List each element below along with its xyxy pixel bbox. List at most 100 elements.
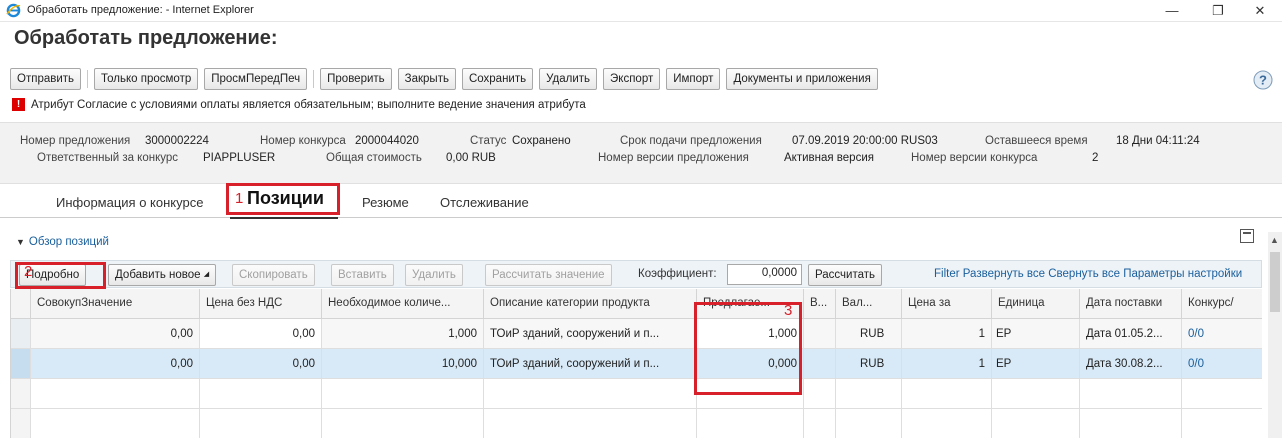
empty-cell [1182, 379, 1262, 409]
close-doc-button[interactable]: Закрыть [397, 68, 456, 90]
remaining-label: Оставшееся время [985, 135, 1088, 147]
empty-cell [836, 409, 902, 438]
svg-text:?: ? [1259, 73, 1267, 88]
empty-cell [804, 379, 836, 409]
row-selector[interactable] [11, 319, 31, 349]
row-selector[interactable] [11, 349, 31, 379]
error-message: ! Атрибут Согласие с условиями оплаты яв… [12, 98, 586, 111]
annotation-number-3: 3 [784, 302, 793, 319]
empty-cell [484, 409, 697, 438]
collapse-triangle-icon: ▼ [16, 237, 25, 247]
delete-button[interactable]: Удалить [539, 68, 598, 90]
empty-cell [992, 379, 1080, 409]
internet-explorer-icon [6, 3, 21, 18]
deadline-label: Срок подачи предложения [620, 135, 762, 147]
main-toolbar: Отправить Только просмотр ПросмПередПеч … [10, 67, 878, 91]
tab-strip: Информация о конкурсе Позиции Резюме Отс… [0, 183, 1282, 219]
table-cell-input[interactable]: 0,00 [200, 319, 322, 349]
total-label: Общая стоимость [326, 152, 422, 164]
table-cell: 10,000 [322, 349, 484, 379]
column-header[interactable]: Необходимое количе... [322, 289, 484, 319]
empty-cell [1080, 379, 1182, 409]
empty-cell [902, 409, 992, 438]
column-header[interactable]: Цена без НДС [200, 289, 322, 319]
empty-cell [804, 409, 836, 438]
column-header[interactable]: Единица [992, 289, 1080, 319]
table-cell: 1 [902, 319, 992, 349]
minimize-button[interactable]: — [1150, 0, 1194, 22]
column-header[interactable]: Конкурс/ [1182, 289, 1262, 319]
minimize-panel-icon[interactable] [1240, 229, 1254, 243]
remaining-value: 18 Дни 04:11:24 [1116, 135, 1200, 147]
row-selector[interactable] [11, 409, 31, 438]
row-selector[interactable] [11, 379, 31, 409]
calculate-button[interactable]: Рассчитать [808, 264, 883, 286]
save-button[interactable]: Сохранить [461, 68, 534, 90]
column-header[interactable]: Дата поставки [1080, 289, 1182, 319]
tab-summary[interactable]: Резюме [362, 195, 409, 210]
table-cell: ТОиР зданий, сооружений и п... [484, 349, 697, 379]
view-only-button[interactable]: Только просмотр [94, 68, 199, 90]
settings-link[interactable]: Параметры настройки [1123, 268, 1242, 280]
tender-number-value: 2000044020 [355, 135, 419, 147]
delete-row-button[interactable]: Удалить [405, 264, 463, 286]
add-new-button[interactable]: Добавить новое ◢ [108, 264, 217, 286]
column-header[interactable]: Описание категории продукта [484, 289, 697, 319]
items-table: СовокупЗначение Цена без НДС Необходимое… [10, 289, 1262, 438]
help-icon[interactable]: ? [1252, 69, 1274, 91]
offer-number-label: Номер предложения [20, 135, 131, 147]
table-cell: RUB [836, 349, 902, 379]
row-selector-header [11, 289, 31, 319]
deadline-value: 07.09.2019 20:00:00 RUS03 [792, 135, 938, 147]
insert-button[interactable]: Вставить [331, 264, 394, 286]
toolbar-separator [313, 70, 315, 88]
responsible-value: PIAPPLUSER [203, 152, 276, 164]
table-cell-link[interactable]: 0/0 [1182, 349, 1262, 379]
calc-value-button[interactable]: Рассчитать значение [485, 264, 612, 286]
table-cell: 0,00 [31, 319, 200, 349]
copy-button[interactable]: Скопировать [232, 264, 315, 286]
column-header[interactable]: Цена за [902, 289, 992, 319]
offer-number-value: 3000002224 [145, 135, 209, 147]
column-header[interactable]: СовокупЗначение [31, 289, 200, 319]
tender-version-value: 2 [1092, 152, 1099, 164]
empty-cell [902, 379, 992, 409]
import-button[interactable]: Импорт [666, 68, 721, 90]
scroll-up-icon[interactable]: ▲ [1270, 235, 1279, 245]
table-toolbar: Подробно Добавить новое ◢ Скопировать Вс… [10, 260, 1262, 288]
items-overview-header[interactable]: ▼ Обзор позиций [16, 236, 109, 248]
submit-button[interactable]: Отправить [10, 68, 82, 90]
empty-cell [484, 379, 697, 409]
check-button[interactable]: Проверить [320, 68, 392, 90]
empty-cell [31, 409, 200, 438]
offer-version-label: Номер версии предложения [598, 152, 749, 164]
table-cell: RUB [836, 319, 902, 349]
print-preview-button[interactable]: ПросмПередПеч [204, 68, 308, 90]
collapse-all-link[interactable]: Свернуть все [1048, 268, 1120, 280]
vertical-scrollbar[interactable]: ▲ [1268, 232, 1282, 438]
close-button[interactable]: ✕ [1238, 0, 1282, 22]
expand-all-link[interactable]: Развернуть все [963, 268, 1045, 280]
tab-tender-info[interactable]: Информация о конкурсе [56, 195, 203, 210]
column-header[interactable]: Вал... [836, 289, 902, 319]
annotation-number-1: 1 [235, 190, 244, 207]
status-value: Сохранено [512, 135, 571, 147]
filter-link[interactable]: Filter [934, 268, 960, 280]
maximize-button[interactable]: ❐ [1196, 0, 1240, 22]
table-cell: ТОиР зданий, сооружений и п... [484, 319, 697, 349]
coefficient-input[interactable]: 0,0000 [727, 264, 802, 285]
table-cell-input[interactable]: 0,00 [200, 349, 322, 379]
scrollbar-thumb[interactable] [1270, 252, 1280, 312]
empty-cell [992, 409, 1080, 438]
export-button[interactable]: Экспорт [603, 68, 661, 90]
documents-button[interactable]: Документы и приложения [726, 68, 878, 90]
error-icon: ! [12, 98, 25, 111]
table-cell [804, 349, 836, 379]
table-cell: 1 [902, 349, 992, 379]
tab-tracking[interactable]: Отслеживание [440, 195, 529, 210]
status-label: Статус [470, 135, 507, 147]
table-cell-link[interactable]: 0/0 [1182, 319, 1262, 349]
column-header[interactable]: В... [804, 289, 836, 319]
table-cell [804, 319, 836, 349]
table-cell: EP [992, 319, 1080, 349]
